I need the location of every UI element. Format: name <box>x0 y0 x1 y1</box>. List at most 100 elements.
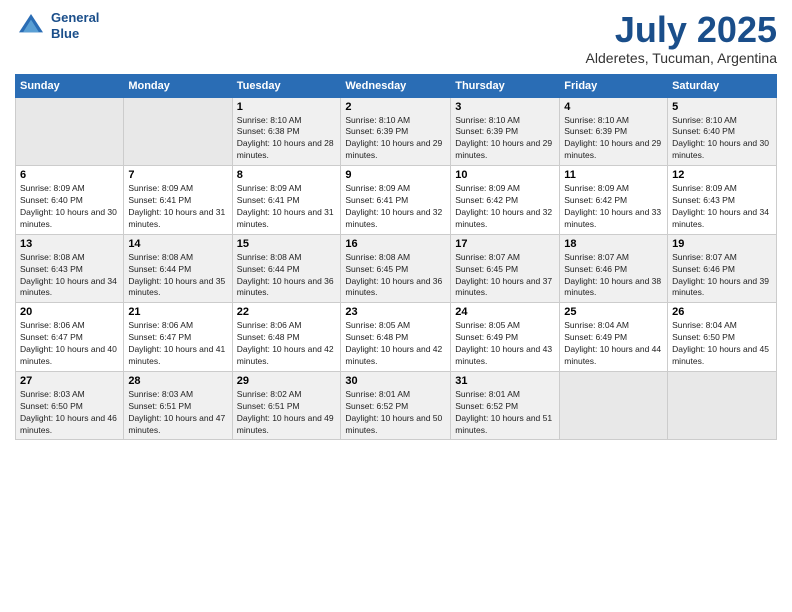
title-block: July 2025 Alderetes, Tucuman, Argentina <box>586 10 777 66</box>
calendar-cell: 19Sunrise: 8:07 AM Sunset: 6:46 PM Dayli… <box>668 234 777 303</box>
day-info: Sunrise: 8:09 AM Sunset: 6:41 PM Dayligh… <box>128 183 227 231</box>
calendar-cell: 9 Sunrise: 8:09 AM Sunset: 6:41 PM Daylig… <box>341 166 451 235</box>
day-number: 27 <box>20 375 119 387</box>
day-info: Sunrise: 8:10 AM Sunset: 6:39 PM Dayligh… <box>564 115 663 163</box>
day-info: Sunrise: 8:09 AM Sunset: 6:41 PM Dayligh… <box>345 183 446 231</box>
day-info: Sunrise: 8:04 AM Sunset: 6:50 PM Dayligh… <box>672 320 772 368</box>
calendar-cell: 24 Sunrise: 8:05 AM Sunset: 6:49 PM Dayli… <box>451 303 560 372</box>
day-header-wednesday: Wednesday <box>341 74 451 97</box>
day-header-tuesday: Tuesday <box>232 74 341 97</box>
calendar-header-row: SundayMondayTuesdayWednesdayThursdayFrid… <box>16 74 777 97</box>
day-info: Sunrise: 8:03 AM Sunset: 6:50 PM Dayligh… <box>20 389 119 437</box>
calendar-cell: 21 Sunrise: 8:06 AM Sunset: 6:47 PM Dayli… <box>124 303 232 372</box>
day-info: Sunrise: 8:03 AM Sunset: 6:51 PM Dayligh… <box>128 389 227 437</box>
day-info: Sunrise: 8:10 AM Sunset: 6:38 PM Dayligh… <box>237 115 337 163</box>
day-info: Sunrise: 8:08 AM Sunset: 6:44 PM Dayligh… <box>128 252 227 300</box>
calendar-cell: 26 Sunrise: 8:04 AM Sunset: 6:50 PM Dayli… <box>668 303 777 372</box>
day-info: Sunrise: 8:08 AM Sunset: 6:44 PM Dayligh… <box>237 252 337 300</box>
calendar-cell: 18 Sunrise: 8:07 AM Sunset: 6:46 PM Dayli… <box>560 234 668 303</box>
day-info: Sunrise: 8:05 AM Sunset: 6:49 PM Dayligh… <box>455 320 555 368</box>
calendar-cell: 2 Sunrise: 8:10 AM Sunset: 6:39 PM Daylig… <box>341 97 451 166</box>
day-info: Sunrise: 8:09 AM Sunset: 6:42 PM Dayligh… <box>455 183 555 231</box>
day-number: 14 <box>128 238 227 250</box>
calendar-cell <box>124 97 232 166</box>
calendar-cell: 16 Sunrise: 8:08 AM Sunset: 6:45 PM Dayli… <box>341 234 451 303</box>
calendar-cell: 4 Sunrise: 8:10 AM Sunset: 6:39 PM Daylig… <box>560 97 668 166</box>
day-number: 8 <box>237 169 337 181</box>
calendar-cell: 1 Sunrise: 8:10 AM Sunset: 6:38 PM Daylig… <box>232 97 341 166</box>
day-number: 9 <box>345 169 446 181</box>
day-info: Sunrise: 8:01 AM Sunset: 6:52 PM Dayligh… <box>455 389 555 437</box>
calendar-cell <box>560 371 668 440</box>
day-info: Sunrise: 8:01 AM Sunset: 6:52 PM Dayligh… <box>345 389 446 437</box>
day-info: Sunrise: 8:06 AM Sunset: 6:47 PM Dayligh… <box>128 320 227 368</box>
month-year: July 2025 <box>586 10 777 50</box>
calendar-cell: 10 Sunrise: 8:09 AM Sunset: 6:42 PM Dayli… <box>451 166 560 235</box>
day-info: Sunrise: 8:07 AM Sunset: 6:46 PM Dayligh… <box>564 252 663 300</box>
location: Alderetes, Tucuman, Argentina <box>586 50 777 66</box>
day-number: 13 <box>20 238 119 250</box>
day-info: Sunrise: 8:10 AM Sunset: 6:39 PM Dayligh… <box>345 115 446 163</box>
day-number: 23 <box>345 306 446 318</box>
day-number: 5 <box>672 101 772 113</box>
day-number: 16 <box>345 238 446 250</box>
day-number: 25 <box>564 306 663 318</box>
day-number: 21 <box>128 306 227 318</box>
calendar-cell: 15 Sunrise: 8:08 AM Sunset: 6:44 PM Dayli… <box>232 234 341 303</box>
day-number: 22 <box>237 306 337 318</box>
calendar-week-row: 1 Sunrise: 8:10 AM Sunset: 6:38 PM Daylig… <box>16 97 777 166</box>
day-header-monday: Monday <box>124 74 232 97</box>
day-number: 11 <box>564 169 663 181</box>
day-number: 4 <box>564 101 663 113</box>
calendar-cell: 12Sunrise: 8:09 AM Sunset: 6:43 PM Dayli… <box>668 166 777 235</box>
day-number: 24 <box>455 306 555 318</box>
day-info: Sunrise: 8:10 AM Sunset: 6:39 PM Dayligh… <box>455 115 555 163</box>
day-info: Sunrise: 8:06 AM Sunset: 6:47 PM Dayligh… <box>20 320 119 368</box>
day-number: 18 <box>564 238 663 250</box>
calendar-cell: 29 Sunrise: 8:02 AM Sunset: 6:51 PM Dayli… <box>232 371 341 440</box>
day-info: Sunrise: 8:02 AM Sunset: 6:51 PM Dayligh… <box>237 389 337 437</box>
calendar-cell: 6 Sunrise: 8:09 AM Sunset: 6:40 PM Daylig… <box>16 166 124 235</box>
calendar-cell: 7 Sunrise: 8:09 AM Sunset: 6:41 PM Daylig… <box>124 166 232 235</box>
day-number: 1 <box>237 101 337 113</box>
calendar-week-row: 13 Sunrise: 8:08 AM Sunset: 6:43 PM Dayli… <box>16 234 777 303</box>
calendar-cell: 11 Sunrise: 8:09 AM Sunset: 6:42 PM Dayli… <box>560 166 668 235</box>
calendar-cell: 31Sunrise: 8:01 AM Sunset: 6:52 PM Dayli… <box>451 371 560 440</box>
calendar-cell: 23Sunrise: 8:05 AM Sunset: 6:48 PM Dayli… <box>341 303 451 372</box>
day-number: 29 <box>237 375 337 387</box>
calendar-cell: 27 Sunrise: 8:03 AM Sunset: 6:50 PM Dayli… <box>16 371 124 440</box>
calendar-cell: 17Sunrise: 8:07 AM Sunset: 6:45 PM Dayli… <box>451 234 560 303</box>
day-info: Sunrise: 8:04 AM Sunset: 6:49 PM Dayligh… <box>564 320 663 368</box>
day-number: 30 <box>345 375 446 387</box>
day-number: 19 <box>672 238 772 250</box>
day-info: Sunrise: 8:09 AM Sunset: 6:40 PM Dayligh… <box>20 183 119 231</box>
day-header-sunday: Sunday <box>16 74 124 97</box>
day-info: Sunrise: 8:08 AM Sunset: 6:43 PM Dayligh… <box>20 252 119 300</box>
calendar: SundayMondayTuesdayWednesdayThursdayFrid… <box>15 74 777 441</box>
page: General Blue July 2025 Alderetes, Tucuma… <box>0 0 792 612</box>
day-info: Sunrise: 8:09 AM Sunset: 6:42 PM Dayligh… <box>564 183 663 231</box>
day-info: Sunrise: 8:08 AM Sunset: 6:45 PM Dayligh… <box>345 252 446 300</box>
calendar-cell: 8 Sunrise: 8:09 AM Sunset: 6:41 PM Daylig… <box>232 166 341 235</box>
day-number: 6 <box>20 169 119 181</box>
day-number: 28 <box>128 375 227 387</box>
calendar-cell: 28 Sunrise: 8:03 AM Sunset: 6:51 PM Dayli… <box>124 371 232 440</box>
calendar-cell: 30 Sunrise: 8:01 AM Sunset: 6:52 PM Dayli… <box>341 371 451 440</box>
day-number: 7 <box>128 169 227 181</box>
day-number: 10 <box>455 169 555 181</box>
calendar-cell: 5Sunrise: 8:10 AM Sunset: 6:40 PM Daylig… <box>668 97 777 166</box>
calendar-week-row: 6 Sunrise: 8:09 AM Sunset: 6:40 PM Daylig… <box>16 166 777 235</box>
logo-line1: General <box>51 10 99 26</box>
day-number: 17 <box>455 238 555 250</box>
logo-text: General Blue <box>51 10 99 41</box>
day-header-thursday: Thursday <box>451 74 560 97</box>
day-info: Sunrise: 8:09 AM Sunset: 6:41 PM Dayligh… <box>237 183 337 231</box>
day-header-friday: Friday <box>560 74 668 97</box>
logo-icon <box>15 10 47 42</box>
logo: General Blue <box>15 10 99 42</box>
day-number: 2 <box>345 101 446 113</box>
calendar-cell: 14 Sunrise: 8:08 AM Sunset: 6:44 PM Dayli… <box>124 234 232 303</box>
calendar-cell: 3Sunrise: 8:10 AM Sunset: 6:39 PM Daylig… <box>451 97 560 166</box>
day-number: 15 <box>237 238 337 250</box>
day-number: 26 <box>672 306 772 318</box>
